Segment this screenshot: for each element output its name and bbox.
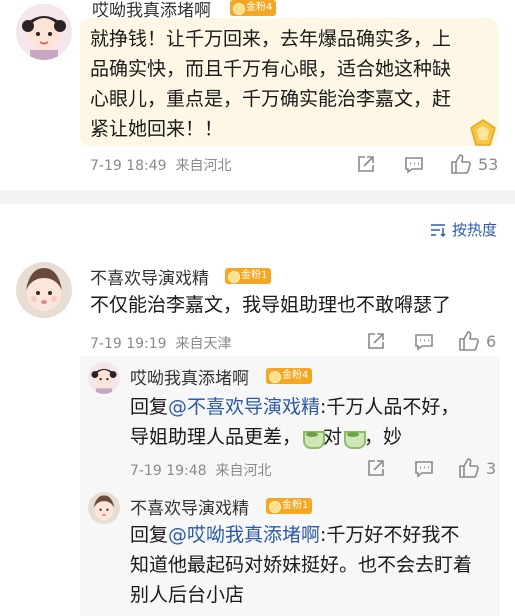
- section-divider: [0, 190, 515, 204]
- like-button[interactable]: 3: [458, 457, 496, 479]
- avatar[interactable]: [88, 362, 120, 394]
- reply-text: 回复@哎呦我真添堵啊:千万好不好我不 知道他最起码对娇妹挺好。也不会去盯着 别人…: [130, 520, 500, 610]
- time-text: 7-19 19:19: [90, 336, 167, 352]
- fan-badge: 金粉4: [230, 0, 277, 16]
- comment-icon: [415, 461, 433, 478]
- sort-icon: [430, 223, 446, 237]
- fan-badge: 金粉4: [266, 368, 313, 384]
- reply-text: 回复@不喜欢导演戏精:千万人品不好， 导姐助理人品更差， 对 ，妙: [130, 392, 500, 452]
- tea-cup-emoji-icon: [301, 427, 326, 449]
- thumbs-up-icon: [451, 154, 471, 174]
- comment-button[interactable]: [404, 155, 424, 175]
- username[interactable]: 不喜欢导演戏精: [90, 264, 209, 289]
- share-button[interactable]: [366, 458, 386, 478]
- thumbs-up-icon: [459, 458, 479, 478]
- like-count: 53: [478, 154, 499, 174]
- comment-button[interactable]: [414, 459, 434, 479]
- comment-line: 心眼儿，重点是，千万确实能治李嘉文，赶: [90, 88, 452, 110]
- comment-line: 品确实快，而且千万有心眼，适合她这种缺: [90, 58, 452, 80]
- location-text: 来自河北: [175, 158, 232, 174]
- share-icon: [368, 460, 384, 476]
- comment-text: 不仅能治李嘉文，我导姐助理也不敢嘚瑟了: [90, 294, 452, 316]
- share-icon: [358, 156, 374, 172]
- reply-line: ，妙: [364, 426, 403, 448]
- thumbs-up-icon: [459, 331, 479, 351]
- comment-button[interactable]: [414, 332, 434, 352]
- comment-icon: [415, 334, 433, 351]
- comment-line: 紧让她回来！！: [90, 118, 224, 140]
- like-button[interactable]: 53: [450, 153, 498, 175]
- mention-link[interactable]: @哎呦我真添堵啊: [168, 524, 320, 546]
- like-count: 3: [486, 458, 497, 478]
- share-icon: [368, 333, 384, 349]
- reply-line: 导姐助理人品更差，: [130, 426, 302, 448]
- like-count: 6: [486, 331, 497, 351]
- share-button[interactable]: [366, 331, 386, 351]
- avatar[interactable]: [88, 492, 120, 524]
- reply-line: 别人后台小店: [130, 584, 245, 606]
- reply-prefix: 回复: [130, 524, 169, 546]
- comment-time: 7-19 18:49 来自河北: [90, 155, 231, 175]
- comment-time: 7-19 19:19 来自天津: [90, 333, 231, 353]
- reply-line: 知道他最起码对娇妹挺好。也不会去盯着: [130, 554, 473, 576]
- mention-link[interactable]: @不喜欢导演戏精: [168, 396, 320, 418]
- reply-prefix: 回复: [130, 396, 169, 418]
- comment-line: 就挣钱！让千万回来，去年爆品确实多，上: [90, 28, 452, 50]
- reply-line: 对: [323, 426, 343, 448]
- location-text: 来自河北: [215, 463, 272, 479]
- time-text: 7-19 19:48: [130, 463, 207, 479]
- comment-text: 就挣钱！让千万回来，去年爆品确实多，上 品确实快，而且千万有心眼，适合她这种缺 …: [90, 24, 490, 144]
- username[interactable]: 哎呦我真添堵啊: [130, 364, 249, 389]
- comment-icon: [405, 157, 423, 174]
- username[interactable]: 不喜欢导演戏精: [130, 494, 249, 519]
- reply-line: :千万人品不好，: [320, 396, 460, 418]
- comment-time: 7-19 19:48 来自河北: [130, 460, 271, 480]
- fan-badge: 金粉1: [266, 498, 313, 514]
- tea-cup-emoji-icon: [342, 427, 367, 449]
- fan-badge: 金粉1: [225, 268, 272, 284]
- sort-label: 按热度: [451, 221, 497, 239]
- share-button[interactable]: [356, 154, 376, 174]
- location-text: 来自天津: [175, 336, 232, 352]
- reply-line: :千万好不好我不: [320, 524, 460, 546]
- avatar[interactable]: [16, 4, 72, 60]
- time-text: 7-19 18:49: [90, 158, 167, 174]
- sort-by-hot-button[interactable]: 按热度: [430, 219, 497, 240]
- like-button[interactable]: 6: [458, 330, 496, 352]
- avatar[interactable]: [16, 262, 72, 318]
